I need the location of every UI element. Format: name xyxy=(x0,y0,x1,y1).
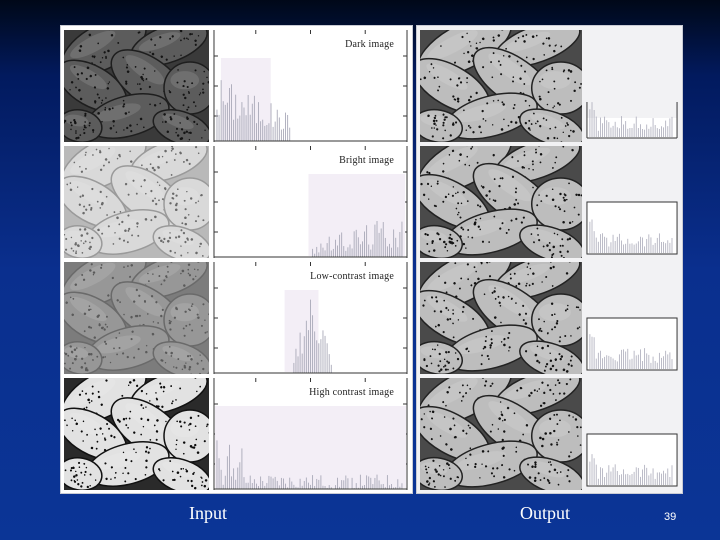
output-photo-3 xyxy=(420,262,582,374)
output-histogram-3 xyxy=(585,260,679,376)
input-histogram-dark: Dark image xyxy=(211,28,410,144)
histogram-label-high-contrast: High contrast image xyxy=(309,387,394,398)
slide: Dark image Bright image Low-contrast ima… xyxy=(0,0,720,540)
input-photo-bright xyxy=(64,146,209,258)
output-row-4 xyxy=(417,376,682,492)
output-caption: Output xyxy=(520,503,571,523)
input-row-dark: Dark image xyxy=(61,28,412,144)
histogram-label-low-contrast: Low-contrast image xyxy=(310,271,394,282)
output-histogram-4 xyxy=(585,376,679,492)
output-photo-2 xyxy=(420,146,582,258)
input-histogram-high-contrast: High contrast image xyxy=(211,376,410,492)
input-photo-low-contrast xyxy=(64,262,209,374)
input-histogram-bright: Bright image xyxy=(211,144,410,260)
input-row-high-contrast: High contrast image xyxy=(61,376,412,492)
output-row-1 xyxy=(417,28,682,144)
histogram-label-dark: Dark image xyxy=(345,39,394,50)
input-histogram-low-contrast: Low-contrast image xyxy=(211,260,410,376)
input-figure-panel: Dark image Bright image Low-contrast ima… xyxy=(60,25,413,494)
output-row-3 xyxy=(417,260,682,376)
input-row-low-contrast: Low-contrast image xyxy=(61,260,412,376)
output-photo-1 xyxy=(420,30,582,142)
input-row-bright: Bright image xyxy=(61,144,412,260)
output-figure-panel xyxy=(416,25,683,494)
output-row-2 xyxy=(417,144,682,260)
output-histogram-2 xyxy=(585,144,679,260)
page-number: 39 xyxy=(664,511,677,523)
output-histogram-1 xyxy=(585,28,679,144)
input-photo-high-contrast xyxy=(64,378,209,490)
input-photo-dark xyxy=(64,30,209,142)
histogram-label-bright: Bright image xyxy=(339,155,394,166)
input-caption: Input xyxy=(189,503,227,523)
output-photo-4 xyxy=(420,378,582,490)
